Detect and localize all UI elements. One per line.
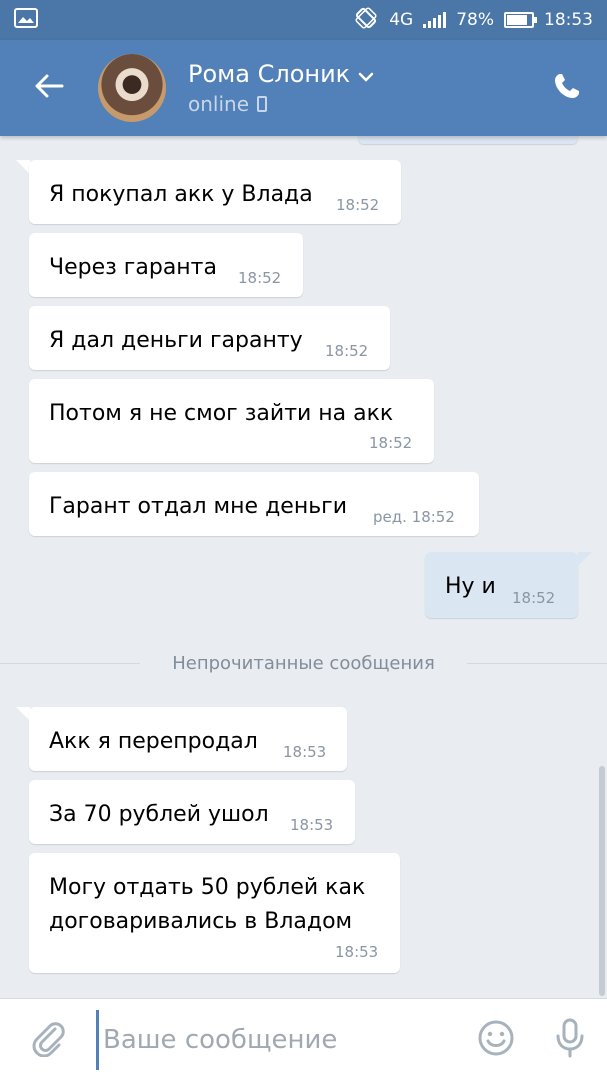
message-list[interactable]: Я покупал акк у Влада 18:52 Через гарант…	[0, 136, 607, 998]
avatar[interactable]	[98, 54, 166, 122]
contact-status: online	[188, 92, 250, 116]
emoji-button[interactable]	[459, 999, 533, 1080]
message-text: Могу отдать 50 рублей как договаривались…	[49, 875, 366, 934]
message-time: 18:53	[283, 743, 327, 761]
message-text: Ну и	[445, 574, 496, 599]
message-bubble[interactable]: Могу отдать 50 рублей как договаривались…	[29, 853, 400, 973]
smile-icon	[477, 1019, 515, 1061]
message-text: Гарант отдал мне деньги	[49, 494, 348, 519]
message-bubble[interactable]: За 70 рублей ушол 18:53	[29, 780, 355, 844]
message-bubble[interactable]: Я покупал акк у Влада 18:52	[29, 160, 401, 224]
bubble-tail	[578, 552, 592, 566]
signal-icon	[423, 12, 447, 28]
composer	[0, 998, 607, 1080]
message-time: 18:53	[290, 816, 334, 834]
message-text: Через гаранта	[49, 255, 217, 280]
bubble-tail	[16, 160, 30, 174]
mobile-icon	[257, 96, 268, 112]
message-input[interactable]	[96, 1009, 459, 1070]
contact-name: Рома Слоник	[188, 60, 351, 88]
voice-button[interactable]	[533, 999, 607, 1080]
scrollbar[interactable]	[599, 766, 605, 996]
attach-button[interactable]	[0, 999, 96, 1080]
battery-icon	[504, 12, 537, 28]
message-bubble-partial	[358, 136, 578, 144]
message-text: Потом я не смог зайти на акк	[49, 401, 394, 426]
battery-percent: 78%	[456, 10, 494, 30]
message-bubble[interactable]: Потом я не смог зайти на акк 18:52	[29, 379, 434, 463]
network-type: 4G	[389, 10, 414, 30]
call-button[interactable]	[527, 40, 607, 136]
unread-divider: Непрочитанные сообщения	[0, 651, 607, 675]
message-time: 18:53	[335, 943, 379, 961]
message-bubble[interactable]: Гарант отдал мне деньги ред. 18:52	[29, 472, 479, 536]
message-time: 18:52	[369, 434, 413, 452]
paperclip-icon	[31, 1019, 65, 1061]
message-text: За 70 рублей ушол	[49, 802, 269, 827]
message-time: 18:52	[336, 196, 380, 214]
message-bubble[interactable]: Я дал деньги гаранту 18:52	[29, 306, 390, 370]
message-text: Акк я перепродал	[49, 729, 258, 754]
phone-icon	[552, 71, 582, 105]
bubble-tail	[16, 707, 30, 721]
clock: 18:53	[544, 10, 593, 30]
status-bar: 4G 78% 18:53	[0, 0, 607, 40]
message-bubble[interactable]: Через гаранта 18:52	[29, 233, 303, 297]
microphone-icon	[555, 1018, 585, 1062]
message-edited-time: ред. 18:52	[373, 508, 455, 526]
arrow-left-icon	[34, 73, 64, 103]
message-text: Я покупал акк у Влада	[49, 182, 313, 207]
vibrate-icon	[353, 6, 379, 34]
message-text: Я дал деньги гаранту	[49, 328, 303, 353]
chat-header: Рома Слоник online	[0, 40, 607, 136]
message-bubble[interactable]: Акк я перепродал 18:53	[29, 707, 347, 771]
back-button[interactable]	[0, 40, 98, 136]
message-time: 18:52	[325, 342, 369, 360]
chevron-down-icon	[358, 60, 374, 88]
message-bubble-outgoing[interactable]: Ну и 18:52	[425, 552, 578, 618]
contact-info[interactable]: Рома Слоник online	[188, 60, 527, 116]
message-time: 18:52	[512, 589, 556, 607]
message-time: 18:52	[238, 269, 282, 287]
gallery-icon	[14, 7, 38, 33]
